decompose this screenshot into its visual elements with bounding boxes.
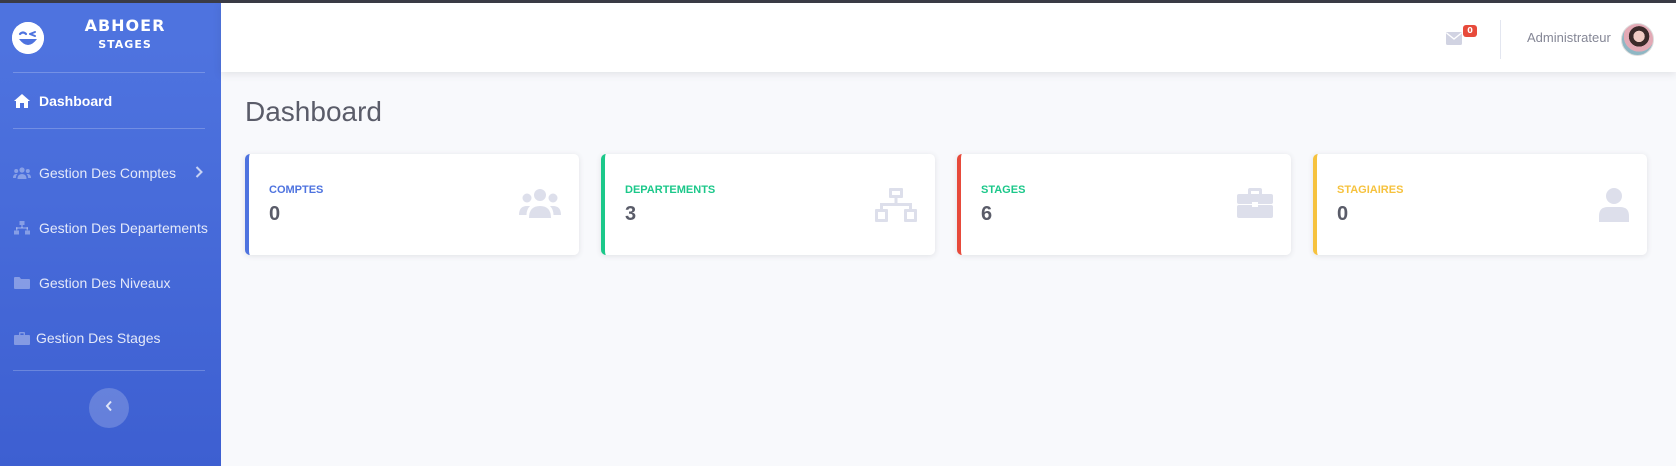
window-top-border xyxy=(0,0,1676,3)
sidebar-divider xyxy=(13,370,205,371)
stat-card-comptes: COMPTES 0 xyxy=(245,154,579,255)
laughing-face-icon xyxy=(12,22,44,54)
sidebar-toggle-button[interactable] xyxy=(89,388,129,428)
sitemap-icon xyxy=(13,219,31,237)
sidebar-item-comptes[interactable]: Gestion Des Comptes xyxy=(0,155,221,191)
sidebar: ABHOER STAGES Dashboard Gestion Des Comp… xyxy=(0,0,221,466)
briefcase-icon xyxy=(1231,188,1273,222)
avatar[interactable] xyxy=(1621,23,1654,56)
sidebar-item-dashboard[interactable]: Dashboard xyxy=(0,83,221,119)
sidebar-divider xyxy=(13,128,205,129)
page-title: Dashboard xyxy=(245,96,382,127)
card-title: STAGES xyxy=(981,184,1026,196)
users-icon xyxy=(13,164,31,182)
sidebar-item-label: Gestion Des Stages xyxy=(36,330,161,346)
user-name[interactable]: Administrateur xyxy=(1527,30,1611,45)
chevron-left-icon xyxy=(105,399,113,417)
chevron-right-icon xyxy=(195,165,203,183)
users-icon xyxy=(519,188,561,222)
folder-icon xyxy=(13,274,31,292)
sidebar-item-label: Dashboard xyxy=(39,93,113,109)
stat-card-departements: DEPARTEMENTS 3 xyxy=(601,154,935,255)
card-title: COMPTES xyxy=(269,184,324,196)
sidebar-item-departements[interactable]: Gestion Des Departements xyxy=(0,210,221,246)
brand[interactable]: ABHOER STAGES xyxy=(0,12,221,72)
messages-count-badge: 0 xyxy=(1463,25,1477,37)
sitemap-icon xyxy=(875,188,917,222)
topbar-divider xyxy=(1500,20,1501,59)
card-value: 6 xyxy=(981,203,993,225)
card-value: 0 xyxy=(1337,203,1349,225)
topbar: 0 Administrateur xyxy=(221,3,1676,72)
stat-card-stages: STAGES 6 xyxy=(957,154,1291,255)
stat-card-stagiaires: STAGIAIRES 0 xyxy=(1313,154,1647,255)
user-icon xyxy=(1587,188,1629,222)
sidebar-item-niveaux[interactable]: Gestion Des Niveaux xyxy=(0,265,221,301)
sidebar-item-label: Gestion Des Departements xyxy=(39,220,208,236)
sidebar-item-label: Gestion Des Comptes xyxy=(39,165,176,181)
card-value: 0 xyxy=(269,203,281,225)
sidebar-divider xyxy=(13,72,205,73)
home-icon xyxy=(13,92,31,110)
brand-subtitle: STAGES xyxy=(98,38,152,51)
card-value: 3 xyxy=(625,203,637,225)
card-title: STAGIAIRES xyxy=(1337,184,1404,196)
briefcase-icon xyxy=(13,329,31,347)
brand-title: ABHOER xyxy=(84,16,166,35)
card-title: DEPARTEMENTS xyxy=(625,184,716,196)
sidebar-item-label: Gestion Des Niveaux xyxy=(39,275,171,291)
sidebar-item-stages[interactable]: Gestion Des Stages xyxy=(0,320,221,356)
